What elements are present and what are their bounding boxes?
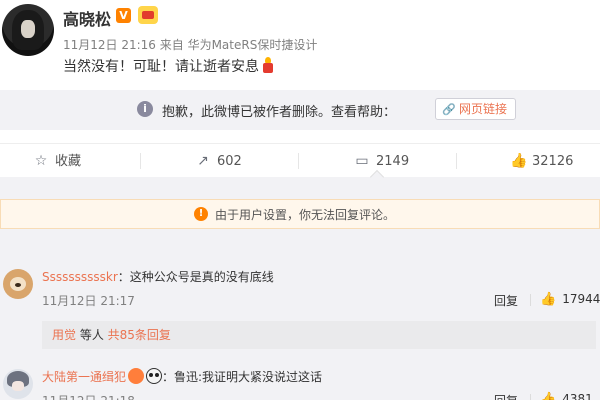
thumbs-up-icon: 👍 xyxy=(540,392,557,400)
sub-reply-user[interactable]: 用觉 xyxy=(52,328,76,342)
comment-text: ：鲁迅:我证明大紧没说过这话 xyxy=(162,370,323,384)
action-bar: ☆ 收藏 ↗ 602 ▭ 2149 👍 32126 xyxy=(0,143,600,179)
comment-content: Sssssssssskr：这种公众号是真的没有底线 xyxy=(42,268,274,285)
comment-count: 2149 xyxy=(376,154,410,169)
star-icon: ☆ xyxy=(34,153,48,169)
deleted-repost-box: i 抱歉，此微博已被作者删除。查看帮助： 🔗 网页链接 xyxy=(0,90,600,130)
forward-icon: ↗ xyxy=(197,153,209,169)
sub-reply-count[interactable]: 共85条回复 xyxy=(108,328,171,342)
divider xyxy=(530,294,531,306)
favorite-label: 收藏 xyxy=(55,154,82,169)
reply-button[interactable]: 回复 xyxy=(494,392,518,400)
commenter-avatar[interactable] xyxy=(3,269,33,299)
comment-like-button[interactable]: 👍 4381 xyxy=(540,392,593,400)
vip-badge-icon xyxy=(138,6,158,24)
like-count: 32126 xyxy=(532,154,574,169)
divider xyxy=(456,153,457,169)
info-icon: i xyxy=(137,101,153,117)
author-avatar[interactable] xyxy=(2,4,54,56)
reply-button[interactable]: 回复 xyxy=(494,292,518,309)
favorite-button[interactable]: ☆ 收藏 xyxy=(33,144,81,178)
divider xyxy=(140,153,141,169)
thumbs-up-icon: 👍 xyxy=(540,292,557,307)
comment-content: 大陆第一通缉犯 ：鲁迅:我证明大紧没说过这话 xyxy=(42,368,322,385)
comment-like-count: 17944 xyxy=(562,292,600,306)
sub-replies-link[interactable]: 用觉 等人 共85条回复 xyxy=(42,321,596,349)
forward-count: 602 xyxy=(217,154,242,169)
comment-icon: ▭ xyxy=(355,153,369,169)
divider xyxy=(530,394,531,400)
post-body: 当然没有！可耻！请让逝者安息 xyxy=(63,59,259,75)
link-icon: 🔗 xyxy=(442,103,456,116)
reply-restriction-notice: ! 由于用户设置，你无法回复评论。 xyxy=(0,199,600,229)
deleted-notice: 抱歉，此微博已被作者删除。查看帮助： xyxy=(162,105,397,120)
forward-button[interactable]: ↗ 602 xyxy=(195,144,242,178)
notice-text: 由于用户设置，你无法回复评论。 xyxy=(215,208,396,222)
comment-like-count: 4381 xyxy=(562,392,593,400)
commenter-avatar[interactable] xyxy=(3,369,33,399)
comment-text: ：这种公众号是真的没有底线 xyxy=(117,270,274,284)
thumbs-up-icon: 👍 xyxy=(510,153,528,169)
sub-reply-mid: 等人 xyxy=(76,328,108,342)
comment-like-button[interactable]: 👍 17944 xyxy=(540,292,600,307)
post-meta: 11月12日 21:16 来自 华为MateRS保时捷设计 xyxy=(63,38,318,52)
commenter-name[interactable]: Sssssssssskr xyxy=(42,270,118,284)
comment-time: 11月12日 21:17 xyxy=(42,294,135,308)
vip-emoji-icon xyxy=(128,368,145,384)
comment-time: 11月12日 21:18 xyxy=(42,392,135,400)
comment-button[interactable]: ▭ 2149 xyxy=(354,144,409,178)
panda-emoji-icon xyxy=(146,368,163,384)
warning-icon: ! xyxy=(194,207,208,221)
help-link-label: 网页链接 xyxy=(459,102,508,116)
candle-emoji-icon xyxy=(261,57,275,73)
like-button[interactable]: 👍 32126 xyxy=(510,144,573,178)
divider xyxy=(298,153,299,169)
comment-section: ! 由于用户设置，你无法回复评论。 Sssssssssskr：这种公众号是真的没… xyxy=(0,177,600,400)
help-link[interactable]: 🔗 网页链接 xyxy=(435,98,517,120)
post-text: 当然没有！可耻！请让逝者安息 xyxy=(63,56,275,76)
commenter-name[interactable]: 大陆第一通缉犯 xyxy=(42,370,126,384)
author-name[interactable]: 高晓松 xyxy=(63,6,111,30)
verified-badge: V xyxy=(116,8,131,23)
weibo-post: 高晓松 V 11月12日 21:16 来自 华为MateRS保时捷设计 当然没有… xyxy=(0,0,600,136)
